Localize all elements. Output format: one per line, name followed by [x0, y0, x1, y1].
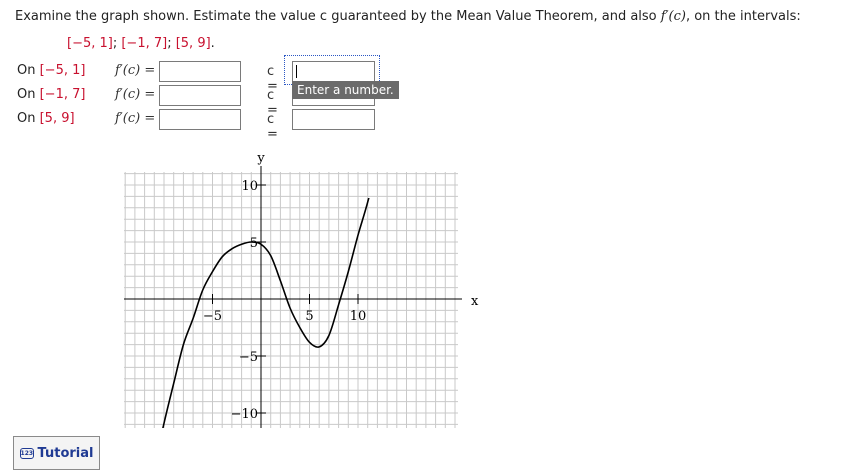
y-tick-label: −10 [231, 407, 258, 422]
tutorial-button[interactable]: 123 Tutorial [13, 436, 100, 470]
x-tick-label: 5 [305, 309, 313, 324]
tutorial-label: Tutorial [37, 445, 94, 461]
calculator-icon: 123 [19, 447, 34, 459]
y-tick-label: −5 [239, 350, 258, 365]
y-axis-label: y [256, 151, 265, 166]
y-tick-label: 5 [250, 236, 258, 251]
function-graph: −5 5 10 10 5 −5 −10 x y [124, 151, 479, 428]
x-axis-label: x [471, 294, 479, 309]
x-tick-label: 10 [350, 309, 367, 324]
y-tick-label: 10 [241, 179, 258, 194]
x-tick-label: −5 [203, 309, 222, 324]
